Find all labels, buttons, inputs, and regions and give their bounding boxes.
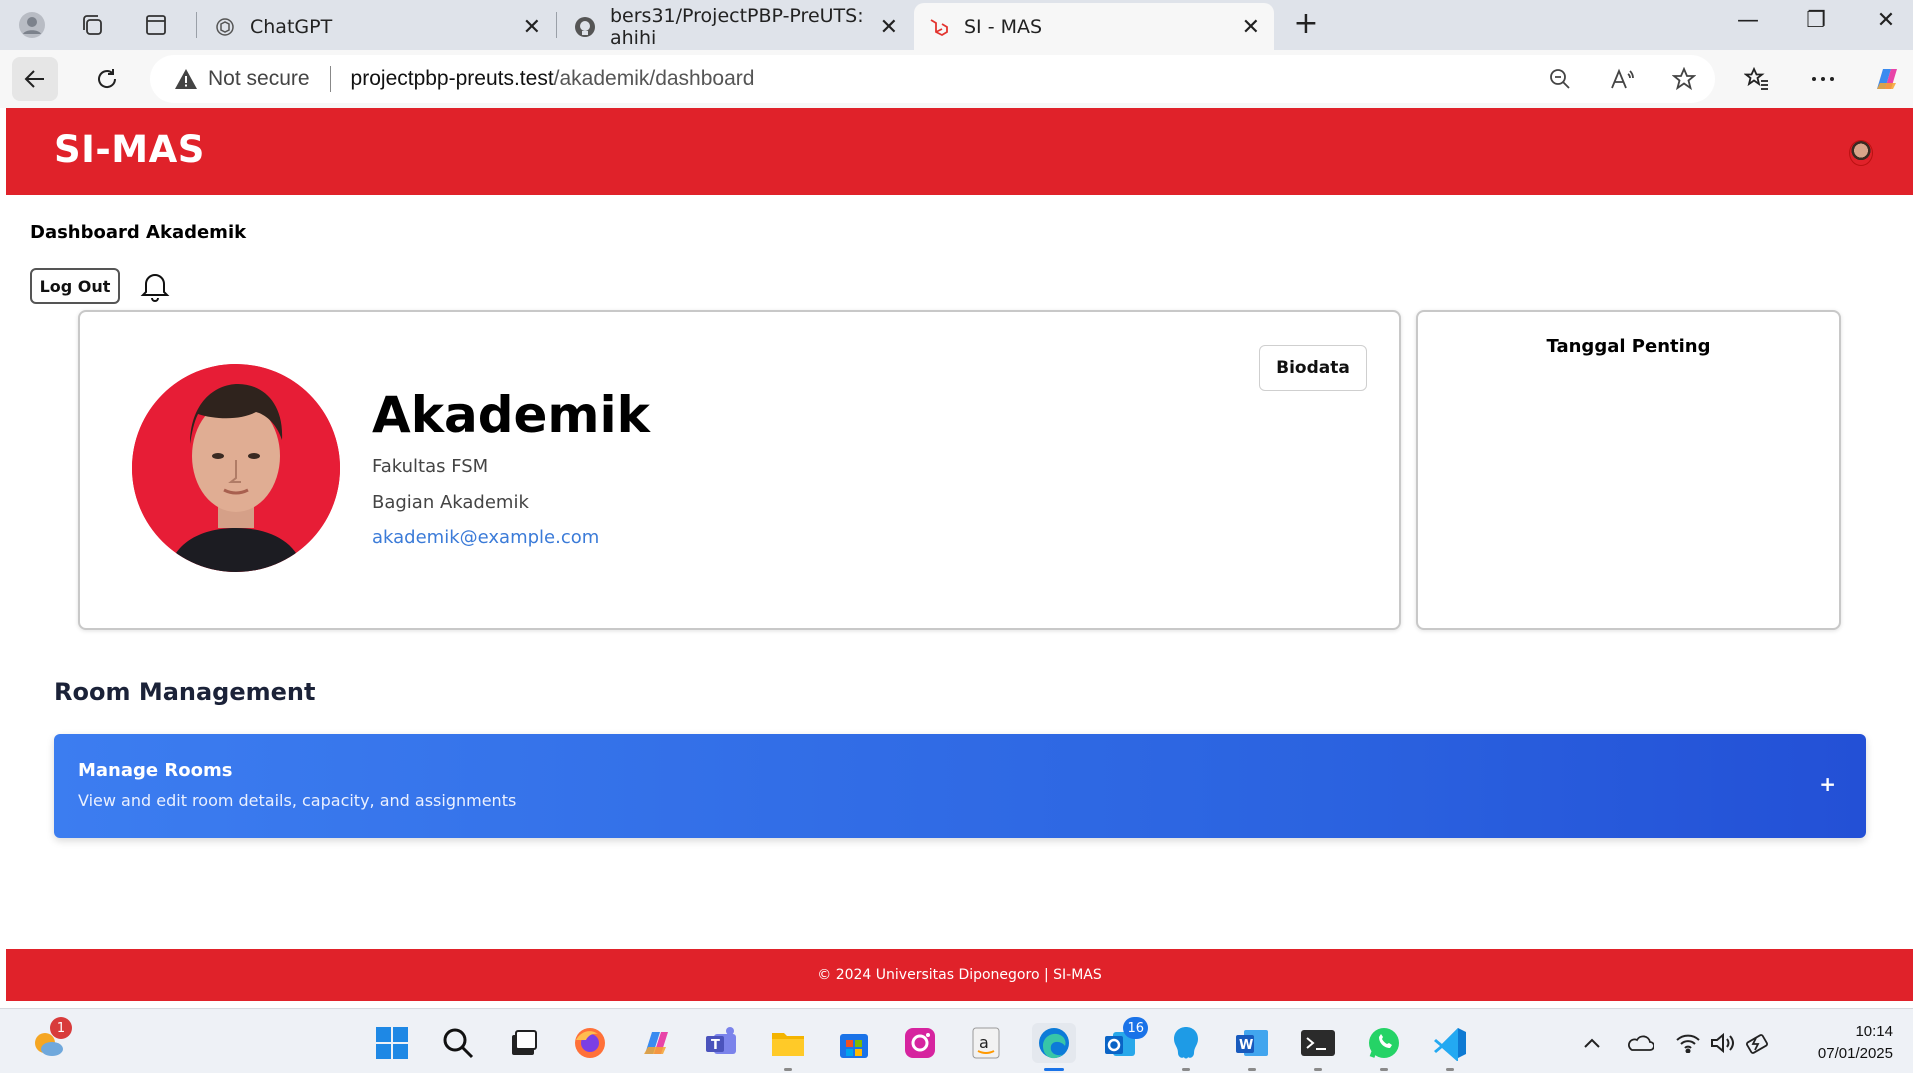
search-icon[interactable] [438,1023,478,1063]
favorites-icon[interactable] [1734,57,1780,101]
svg-text:W: W [1239,1038,1253,1053]
profile-name: Akademik [372,386,650,444]
instagram-icon[interactable] [900,1023,940,1063]
restore-icon[interactable]: ❐ [1796,8,1836,33]
profile-email-link[interactable]: akademik@example.com [372,527,599,548]
vscode-icon[interactable] [1430,1023,1470,1071]
zoom-icon[interactable] [1529,68,1591,90]
expand-plus-icon[interactable]: + [1819,772,1836,796]
more-options-icon[interactable] [1800,57,1846,101]
header-avatar[interactable] [1849,140,1873,166]
tab-chatgpt[interactable]: ChatGPT ✕ [200,3,555,50]
address-bar[interactable]: Not secure projectpbp-preuts.test/akadem… [150,55,1715,103]
favorite-star-icon[interactable] [1653,67,1715,91]
whatsapp-icon[interactable] [1364,1023,1404,1071]
tab-github[interactable]: bers31/ProjectPBP-PreUTS: ahihi ✕ [560,3,912,50]
close-window-icon[interactable]: ✕ [1866,8,1906,33]
logout-button[interactable]: Log Out [30,268,120,304]
chatgpt-icon [214,16,236,38]
new-tab-button[interactable]: + [1286,6,1326,41]
notification-badge: 16 [1123,1017,1148,1039]
system-clock[interactable]: 10:14 07/01/2025 [1818,1021,1893,1065]
profile-department: Bagian Akademik [372,492,529,513]
laravel-icon [928,16,950,38]
footer: © 2024 Universitas Diponegoro | SI-MAS [6,949,1913,1001]
avatar [132,364,340,572]
browser-tab-strip: ChatGPT ✕ bers31/ProjectPBP-PreUTS: ahih… [0,0,1913,50]
weather-widget-icon[interactable]: 1 [28,1017,72,1063]
minimize-icon[interactable]: — [1728,8,1768,33]
page-title: Dashboard Akademik [30,222,247,243]
back-button[interactable] [12,57,58,101]
tab-title: bers31/ProjectPBP-PreUTS: ahihi [610,4,864,49]
security-indicator[interactable]: Not secure [174,67,310,91]
manage-rooms-title: Manage Rooms [78,760,233,781]
biodata-button[interactable]: Biodata [1259,345,1367,391]
battery-icon[interactable] [1742,1029,1774,1057]
file-explorer-icon[interactable] [768,1023,808,1071]
pgadmin-icon[interactable] [1166,1023,1206,1071]
word-icon[interactable]: W [1232,1023,1272,1071]
manage-rooms-card[interactable]: Manage Rooms View and edit room details,… [54,734,1866,838]
clock-time: 10:14 [1855,1023,1893,1040]
page: SI-MAS Dashboard Akademik Log Out Akadem… [6,108,1913,1008]
microsoft-store-icon[interactable] [834,1023,874,1063]
warning-icon [175,69,197,89]
start-icon[interactable] [372,1023,412,1063]
profile-faculty: Fakultas FSM [372,456,489,477]
notification-badge: 1 [50,1017,72,1039]
svg-text:a: a [979,1033,989,1052]
workspaces-icon[interactable] [76,9,108,41]
volume-icon[interactable] [1706,1029,1738,1057]
tab-title: SI - MAS [964,15,1043,38]
manage-rooms-subtitle: View and edit room details, capacity, an… [78,791,517,810]
tab-title: ChatGPT [250,15,333,38]
chevron-up-icon[interactable] [1576,1029,1608,1057]
profile-card: Akademik Fakultas FSM Bagian Akademik ak… [78,310,1401,630]
firefox-icon[interactable] [570,1023,610,1063]
tab-si-mas[interactable]: SI - MAS ✕ [914,3,1274,50]
github-icon [574,16,596,38]
profile-icon[interactable] [16,9,48,41]
copilot-app-icon[interactable] [636,1023,676,1063]
footer-text: © 2024 Universitas Diponegoro | SI-MAS [817,967,1102,983]
clock-date: 07/01/2025 [1817,1045,1893,1062]
teams-icon[interactable]: T [702,1023,742,1063]
url-text[interactable]: projectpbp-preuts.test/akademik/dashboar… [351,67,755,91]
close-tab-icon[interactable]: ✕ [1242,15,1260,40]
taskbar: 1 T a 16 W 10:14 07/01/2025 [0,1008,1913,1073]
brand-logo[interactable]: SI-MAS [54,128,205,171]
outlook-icon[interactable]: 16 [1100,1017,1148,1063]
room-management-title: Room Management [54,678,316,706]
bell-icon[interactable] [140,270,172,302]
reload-button[interactable] [84,57,130,101]
terminal-icon[interactable] [1298,1023,1338,1071]
important-dates-title: Tanggal Penting [1546,336,1711,357]
task-view-icon[interactable] [504,1023,544,1063]
url-path: /akademik/dashboard [553,67,755,90]
app-header: SI-MAS [6,108,1913,195]
security-label: Not secure [208,67,310,90]
url-host: projectpbp-preuts.test [350,67,554,90]
copilot-icon[interactable] [1864,57,1910,101]
amazon-icon[interactable]: a [966,1023,1006,1063]
onedrive-icon[interactable] [1624,1029,1656,1057]
important-dates-card: Tanggal Penting [1416,310,1841,630]
edge-icon[interactable] [1032,1023,1076,1071]
read-aloud-icon[interactable] [1591,68,1653,90]
tab-actions-icon[interactable] [140,9,172,41]
wifi-icon[interactable] [1672,1029,1704,1057]
browser-toolbar: Not secure projectpbp-preuts.test/akadem… [0,50,1913,108]
close-tab-icon[interactable]: ✕ [880,15,898,40]
close-tab-icon[interactable]: ✕ [523,15,541,40]
svg-text:T: T [711,1038,720,1053]
